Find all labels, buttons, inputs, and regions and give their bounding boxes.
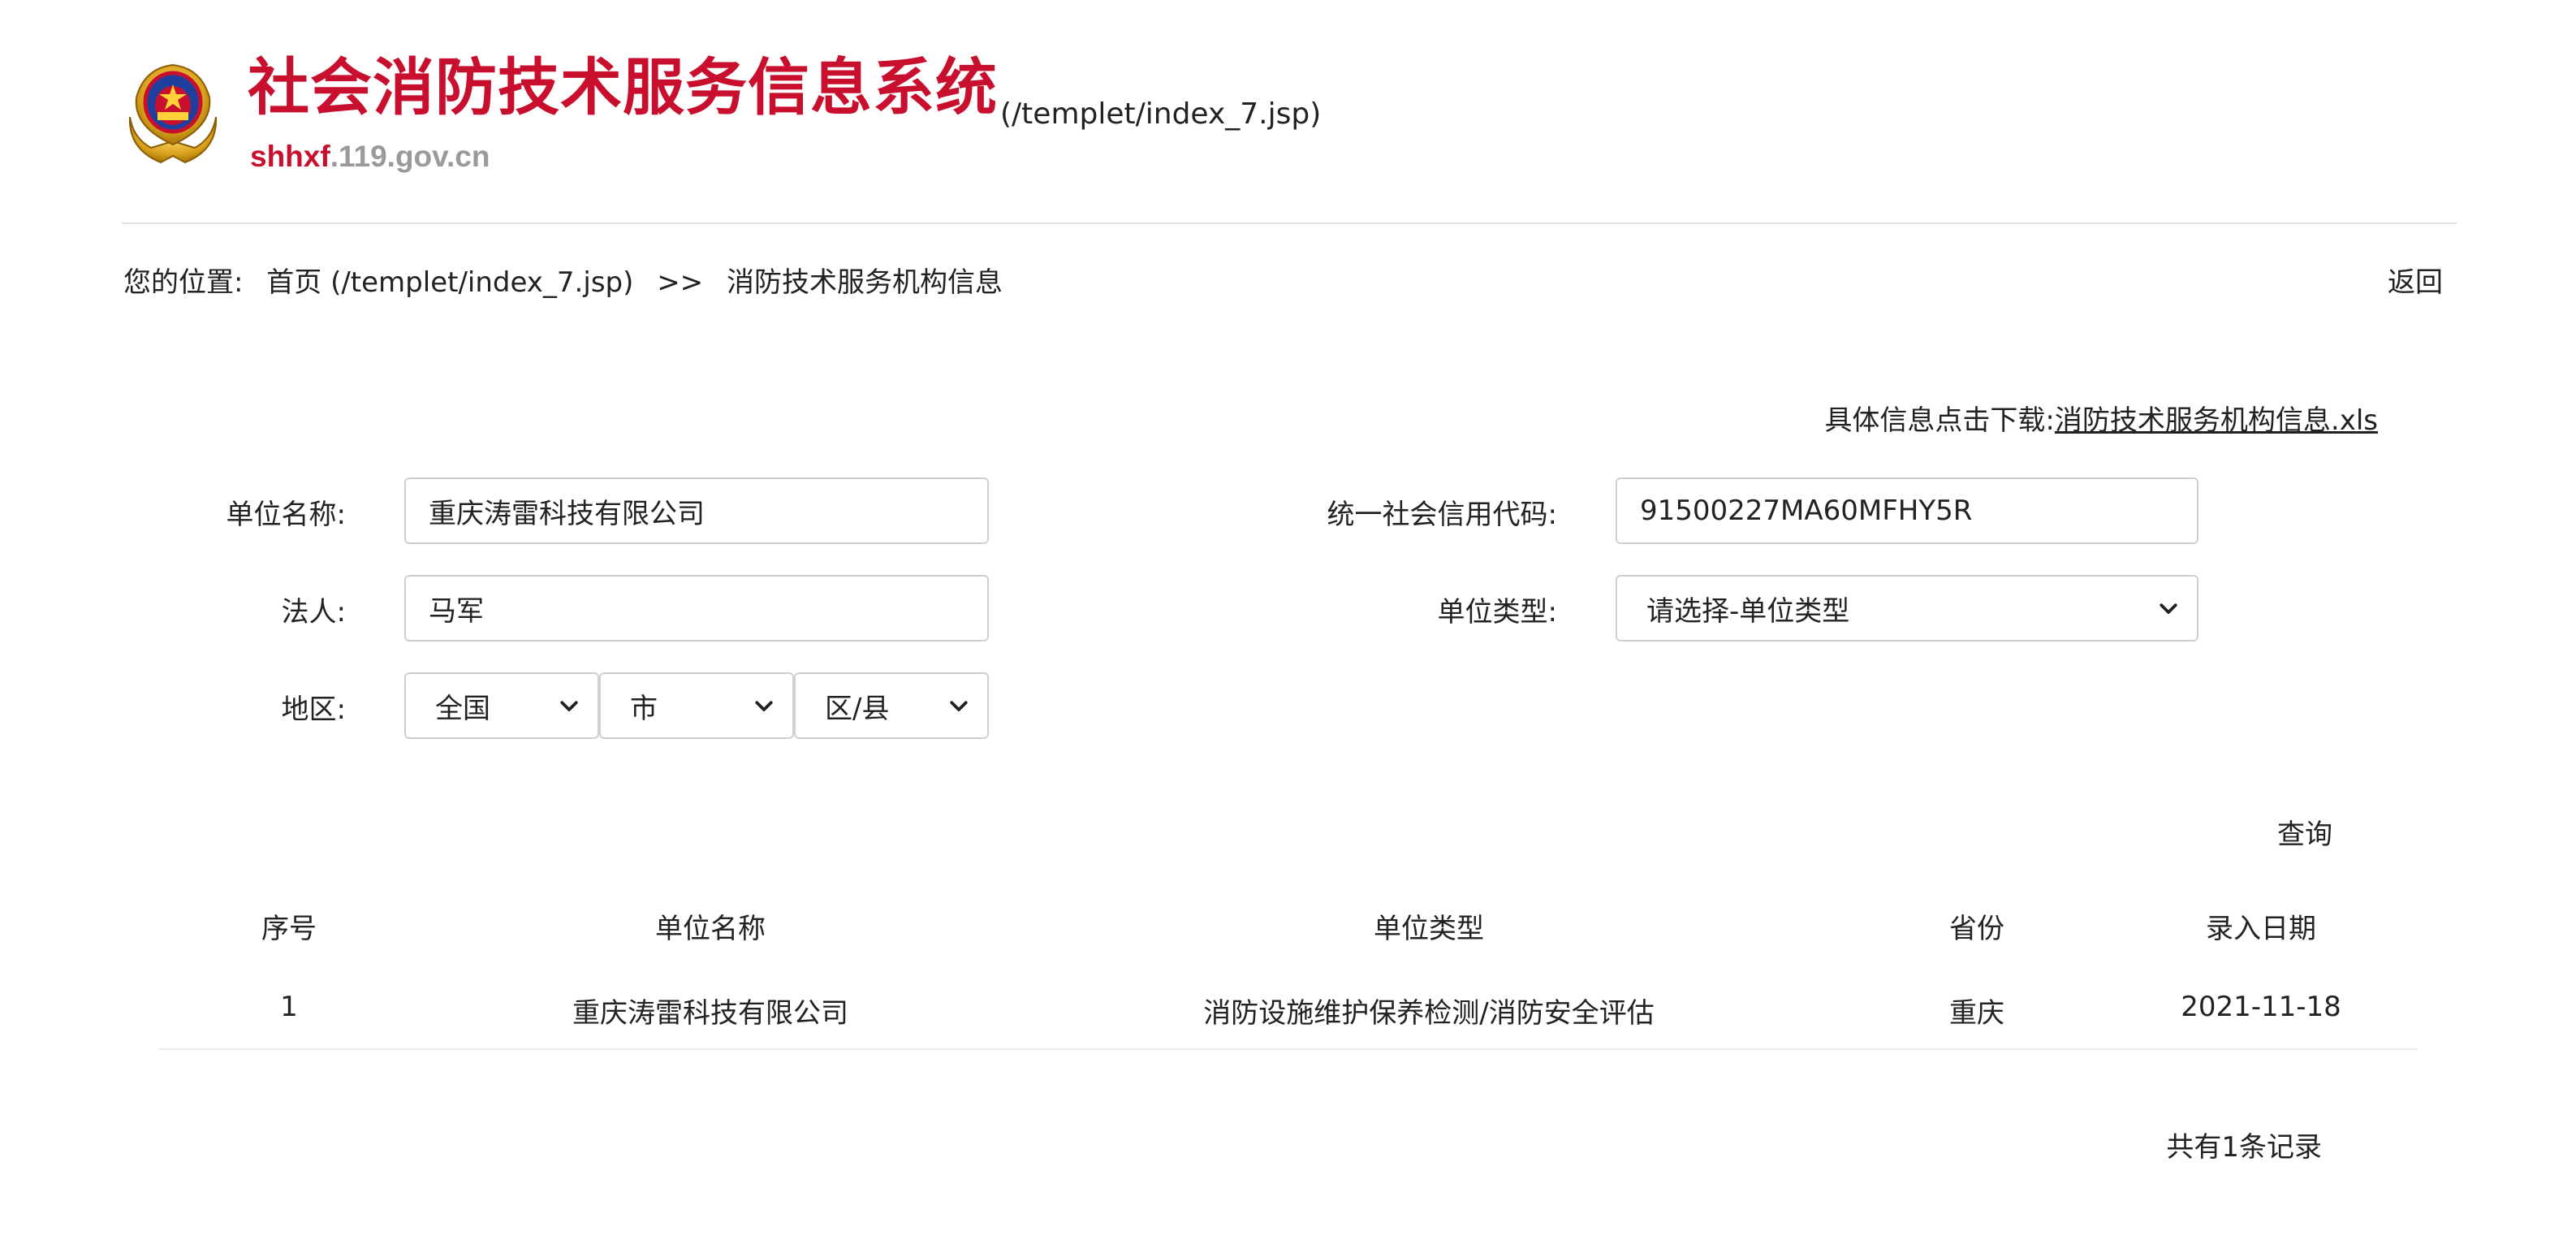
site-title-link[interactable]: (/templet/index_7.jsp) [1000, 97, 1321, 131]
table-header-province: 省份 [1949, 913, 2004, 945]
table-header-index: 序号 [261, 913, 317, 945]
table-header-entry-date: 录入日期 [2206, 913, 2316, 945]
table-cell-province: 重庆 [1949, 997, 2004, 1030]
breadcrumb-separator: >> [657, 266, 704, 299]
chevron-down-icon [755, 701, 773, 711]
query-button[interactable]: 查询 [2277, 812, 2332, 852]
domain-part2: .119.gov.cn [330, 140, 490, 173]
domain-part1: shhxf [250, 140, 330, 173]
header-divider [122, 222, 2457, 224]
credit-code-input[interactable]: 91500227MA60MFHY5R [1616, 477, 2198, 544]
district-select[interactable]: 区/县 [794, 672, 989, 739]
breadcrumb-prefix: 您的位置: [123, 266, 244, 299]
province-select[interactable]: 全国 [404, 672, 599, 739]
city-select[interactable]: 市 [599, 672, 794, 739]
table-row-divider [159, 1048, 2418, 1050]
download-label: 具体信息点击下载: [1824, 404, 2055, 437]
chevron-down-icon [560, 701, 578, 711]
region-label: 地区: [281, 693, 346, 726]
table-header-unit-name: 单位名称 [655, 913, 766, 945]
legal-person-label: 法人: [281, 596, 346, 628]
back-link[interactable]: 返回 [2388, 260, 2443, 300]
legal-person-input[interactable]: 马军 [404, 575, 989, 641]
site-domain: shhxf.119.gov.cn [250, 140, 490, 174]
unit-name-label: 单位名称: [226, 499, 346, 531]
province-value: 全国 [435, 692, 490, 725]
record-count: 共有1条记录 [2166, 1131, 2322, 1164]
table-header-unit-type: 单位类型 [1374, 913, 1484, 945]
chevron-down-icon [950, 701, 968, 711]
unit-type-label: 单位类型: [1437, 596, 1557, 628]
download-xls-link[interactable]: 消防技术服务机构信息.xls [2055, 404, 2378, 437]
breadcrumb: 您的位置: 首页 (/templet/index_7.jsp) >> 消防技术服… [123, 260, 1017, 300]
credit-code-label: 统一社会信用代码: [1327, 499, 1557, 531]
table-cell-unit-name[interactable]: 重庆涛雷科技有限公司 [467, 991, 954, 1030]
download-row: 具体信息点击下载:消防技术服务机构信息.xls [1824, 398, 2378, 438]
unit-name-input[interactable]: 重庆涛雷科技有限公司 [404, 477, 989, 544]
chevron-down-icon [2160, 603, 2177, 614]
breadcrumb-current: 消防技术服务机构信息 [726, 266, 1003, 299]
site-title: 社会消防技术服务信息系统 [248, 51, 998, 123]
district-value: 区/县 [825, 692, 890, 725]
table-cell-index: 1 [280, 991, 298, 1023]
unit-type-value: 请选择-单位类型 [1646, 594, 1850, 628]
fire-rescue-emblem-icon [122, 60, 224, 169]
table-cell-unit-type: 消防设施维护保养检测/消防安全评估 [1203, 997, 1655, 1030]
breadcrumb-home-link[interactable]: 首页 (/templet/index_7.jsp) [266, 266, 633, 299]
unit-type-select[interactable]: 请选择-单位类型 [1616, 575, 2198, 641]
table-cell-entry-date: 2021-11-18 [2181, 991, 2341, 1023]
city-value: 市 [630, 692, 658, 725]
